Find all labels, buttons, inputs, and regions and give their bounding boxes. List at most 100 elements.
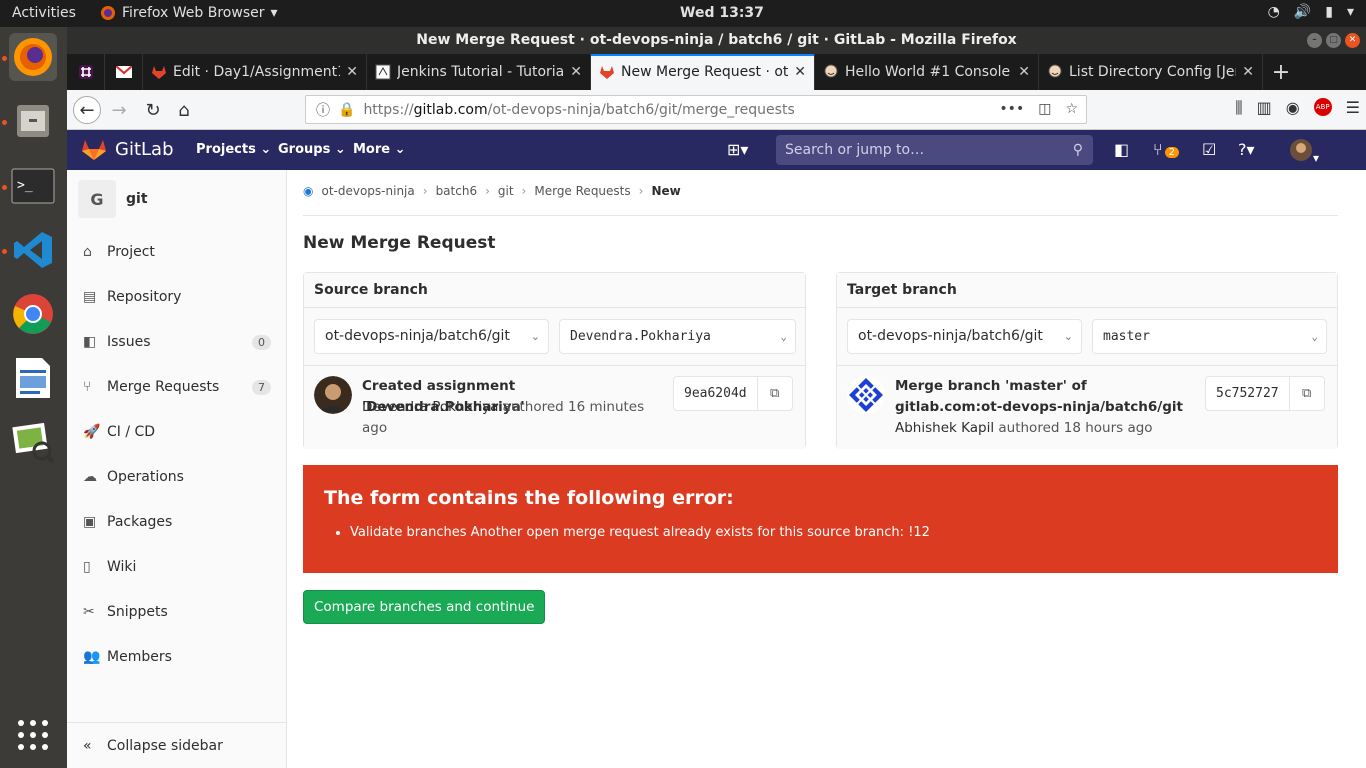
back-button[interactable]: ← xyxy=(73,96,101,124)
running-indicator xyxy=(2,249,7,254)
home-button[interactable]: ⌂ xyxy=(170,96,198,124)
close-tab-icon[interactable]: ✕ xyxy=(794,64,806,80)
sidebar-item-members[interactable]: 👥 Members xyxy=(67,637,287,677)
minimize-button[interactable]: – xyxy=(1307,33,1322,48)
sidebar-item-packages[interactable]: ▣ Packages xyxy=(67,502,287,542)
breadcrumb-link[interactable]: batch6 xyxy=(436,184,478,198)
source-branch-select[interactable]: Devendra.Pokhariya ⌄ xyxy=(559,319,796,354)
merge-requests-icon[interactable]: ⑂ 2 xyxy=(1153,140,1179,159)
sidebar-item-project[interactable]: ⌂ Project xyxy=(67,232,287,272)
pocket-icon[interactable]: ◫ xyxy=(1038,101,1051,117)
breadcrumb-link[interactable]: ot-devops-ninja xyxy=(321,184,414,198)
commit-author[interactable]: Devendra Pokhariya xyxy=(362,399,498,415)
terminal-launcher[interactable]: >_ xyxy=(9,162,57,210)
project-header[interactable]: G git xyxy=(78,180,148,218)
source-project-select[interactable]: ot-devops-ninja/batch6/git ⌄ xyxy=(314,319,549,354)
forward-button[interactable]: → xyxy=(105,96,133,124)
chevron-down-icon: ⌄ xyxy=(394,142,406,157)
nav-more-label: More xyxy=(353,142,391,157)
chrome-launcher[interactable] xyxy=(9,290,57,338)
chevron-down-icon: ▾ xyxy=(1346,4,1354,20)
files-launcher[interactable] xyxy=(9,97,57,145)
commit-author[interactable]: Abhishek Kapil xyxy=(895,420,994,436)
clock[interactable]: Wed 13:37 xyxy=(680,5,764,21)
compare-branches-button[interactable]: Compare branches and continue xyxy=(303,590,546,624)
url-bar[interactable]: ⓘ 🔒 https://gitlab.com/ot-devops-ninja/b… xyxy=(305,95,1087,124)
copy-icon[interactable]: ⧉ xyxy=(1290,386,1324,401)
commit-message-link[interactable]: Merge branch 'master' of gitlab.com:ot-d… xyxy=(895,376,1185,418)
source-branch-value: Devendra.Pokhariya xyxy=(570,329,711,344)
lock-icon: 🔒 xyxy=(338,101,356,118)
window-titlebar[interactable]: New Merge Request · ot-devops-ninja / ba… xyxy=(67,27,1366,54)
close-tab-icon[interactable]: ✕ xyxy=(346,64,358,80)
page-actions-icon[interactable]: ••• xyxy=(999,101,1024,117)
extension-icon[interactable]: ◉ xyxy=(1286,98,1300,118)
user-avatar-menu[interactable]: ▾ xyxy=(1289,138,1319,166)
sidebar-icon[interactable]: ▥ xyxy=(1257,98,1272,118)
tab-jenkins-tutorial[interactable]: Jenkins Tutorial - Tutoria ✕ xyxy=(367,54,591,90)
sidebar-item-operations[interactable]: ☁ Operations xyxy=(67,457,287,497)
breadcrumb-link[interactable]: git xyxy=(498,184,514,198)
sidebar-item-ci-cd[interactable]: 🚀 CI / CD xyxy=(67,412,287,452)
show-applications-button[interactable] xyxy=(9,711,57,759)
tab-new-merge-request[interactable]: New Merge Request · ot-d ✕ xyxy=(591,54,815,90)
commit-sha[interactable]: 5c752727 xyxy=(1206,377,1290,410)
sidebar-item-merge-requests[interactable]: ⑂ Merge Requests 7 xyxy=(67,367,287,407)
gitlab-logo[interactable]: GitLab xyxy=(81,137,174,161)
copy-icon[interactable]: ⧉ xyxy=(758,386,792,401)
nav-more[interactable]: More ⌄ xyxy=(353,142,406,157)
window-controls: – □ ✕ xyxy=(1307,33,1360,48)
close-tab-icon[interactable]: ✕ xyxy=(1242,64,1254,80)
bookmark-star-icon[interactable]: ☆ xyxy=(1065,101,1078,117)
sidebar-item-snippets[interactable]: ✂ Snippets xyxy=(67,592,287,632)
close-tab-icon[interactable]: ✕ xyxy=(570,64,582,80)
tab-edit-assignment[interactable]: Edit · Day1/Assignment1 ✕ xyxy=(143,54,367,90)
gitlab-icon xyxy=(600,66,614,79)
system-tray[interactable]: ◔ 🔊 ▮ ▾ xyxy=(1268,4,1354,20)
tab-hello-world-console[interactable]: Hello World #1 Console [ ✕ xyxy=(815,54,1039,90)
search-input[interactable]: Search or jump to… ⚲ xyxy=(776,135,1093,165)
author-avatar[interactable] xyxy=(847,376,885,414)
commit-sha[interactable]: 9ea6204d xyxy=(674,377,758,410)
launcher-dock: >_ xyxy=(0,27,67,768)
adblock-icon[interactable]: ABP xyxy=(1313,98,1332,116)
issues-icon[interactable]: ◧ xyxy=(1114,140,1129,159)
maximize-button[interactable]: □ xyxy=(1326,33,1341,48)
author-avatar[interactable] xyxy=(314,376,352,414)
new-tab-button[interactable]: + xyxy=(1263,54,1299,90)
sidebar-item-label: Issues xyxy=(107,334,151,350)
project-name: git xyxy=(126,191,148,207)
library-icon[interactable]: ⫼ xyxy=(1235,98,1242,118)
sidebar-item-repository[interactable]: ▤ Repository xyxy=(67,277,287,317)
breadcrumb-link[interactable]: Merge Requests xyxy=(534,184,630,198)
target-project-select[interactable]: ot-devops-ninja/batch6/git ⌄ xyxy=(847,319,1082,354)
app-menu[interactable]: Firefox Web Browser ▾ xyxy=(100,5,278,21)
sidebar-item-issues[interactable]: ◧ Issues 0 xyxy=(67,322,287,362)
chevron-down-icon: ▾ xyxy=(270,5,278,21)
tab-pinned-slack[interactable] xyxy=(67,54,105,90)
close-window-button[interactable]: ✕ xyxy=(1345,33,1360,48)
nav-groups[interactable]: Groups ⌄ xyxy=(278,142,346,157)
close-tab-icon[interactable]: ✕ xyxy=(1018,64,1030,80)
running-indicator xyxy=(2,56,7,61)
todos-icon[interactable]: ☑ xyxy=(1202,140,1216,159)
reload-button[interactable]: ↻ xyxy=(139,96,167,124)
vscode-launcher[interactable] xyxy=(9,226,57,274)
image-viewer-launcher[interactable] xyxy=(9,418,57,466)
target-branch-panel: Target branch ot-devops-ninja/batch6/git… xyxy=(836,272,1338,449)
collapse-sidebar-button[interactable]: « Collapse sidebar xyxy=(67,722,287,768)
new-item-plus-icon[interactable]: ⊞▾ xyxy=(727,140,748,159)
gitlab-tanuki-icon xyxy=(82,140,106,160)
tab-pinned-gmail[interactable] xyxy=(105,54,143,90)
sidebar-item-wiki[interactable]: ▯ Wiki xyxy=(67,547,287,587)
hamburger-menu-icon[interactable]: ☰ xyxy=(1346,98,1360,118)
nav-projects[interactable]: Projects ⌄ xyxy=(196,142,271,157)
volume-icon: 🔊 xyxy=(1293,4,1312,20)
target-branch-select[interactable]: master ⌄ xyxy=(1092,319,1327,354)
firefox-launcher[interactable] xyxy=(9,33,57,81)
help-icon[interactable]: ?▾ xyxy=(1238,140,1255,159)
tab-list-directory-config[interactable]: List Directory Config [Jen ✕ xyxy=(1039,54,1263,90)
document-viewer-launcher[interactable] xyxy=(9,354,57,402)
activities-button[interactable]: Activities xyxy=(12,5,76,21)
package-icon: ▣ xyxy=(83,514,97,530)
